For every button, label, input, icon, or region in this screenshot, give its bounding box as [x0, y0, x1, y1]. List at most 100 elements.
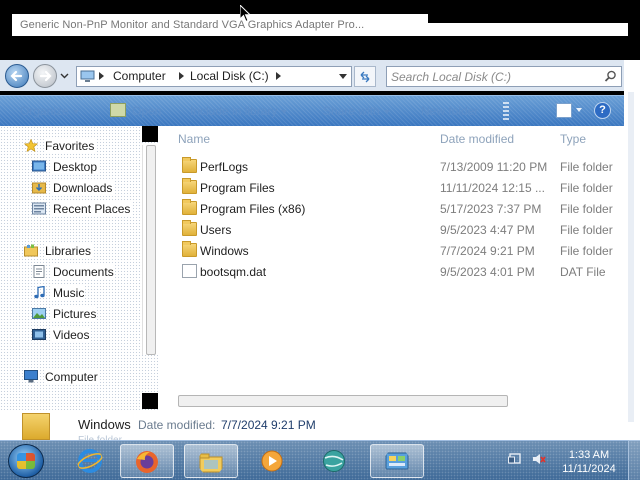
file-name: Windows: [200, 244, 249, 258]
nav-label-downloads: Downloads: [52, 181, 114, 195]
view-options-icon[interactable]: [556, 103, 572, 118]
refresh-button[interactable]: [354, 66, 376, 87]
new-folder-button[interactable]: New folder: [421, 104, 478, 118]
file-list: Name Date modified Type PerfLogs 7/13/20…: [158, 126, 624, 410]
firefox-icon: [136, 451, 158, 473]
show-desktop-button[interactable]: [628, 440, 640, 480]
horizontal-scrollbar[interactable]: [158, 393, 624, 409]
action-center-flag-icon[interactable]: [508, 452, 522, 466]
column-header-type[interactable]: Type: [560, 132, 586, 146]
file-type: File folder: [560, 160, 613, 174]
nav-label-favorites: Favorites: [44, 139, 96, 153]
recent-pages-chevron-icon[interactable]: [60, 71, 69, 80]
horizontal-scrollbar-thumb[interactable]: [178, 395, 508, 407]
open-folder-icon: [110, 103, 126, 117]
nav-label-libraries: Libraries: [44, 244, 93, 258]
search-icon[interactable]: [604, 70, 617, 83]
taskbar-network-app[interactable]: [308, 444, 362, 478]
folder-icon: [182, 178, 197, 194]
nav-label-documents: Documents: [52, 265, 115, 279]
file-type: DAT File: [560, 265, 606, 279]
file-type: File folder: [560, 244, 613, 258]
taskbar-control-panel[interactable]: [370, 444, 424, 478]
organize-label: Organize: [20, 104, 69, 118]
share-with-button[interactable]: Share with: [323, 104, 390, 118]
search-input[interactable]: [391, 69, 601, 84]
forward-button[interactable]: [33, 64, 57, 88]
render-artifact: [142, 393, 158, 409]
breadcrumb-separator[interactable]: [179, 72, 184, 80]
taskbar-firefox[interactable]: [120, 444, 174, 478]
arrow-left-icon: [10, 70, 23, 82]
pictures-icon: [32, 308, 46, 319]
address-dropdown-icon[interactable]: [339, 74, 347, 79]
details-date-label: Date modified:: [138, 418, 216, 432]
breadcrumb-separator[interactable]: [99, 72, 104, 80]
mouse-cursor-icon: [240, 5, 252, 23]
file-name: Users: [200, 223, 232, 237]
taskbar-windows-explorer[interactable]: [184, 444, 238, 478]
computer-icon: [80, 70, 95, 82]
folder-icon: [182, 199, 197, 215]
windows-logo-icon: [17, 453, 35, 469]
file-icon: [182, 264, 197, 278]
file-name: bootsqm.dat: [200, 265, 267, 279]
file-row[interactable]: Windows 7/7/2024 9:21 PM File folder: [178, 241, 618, 261]
file-row[interactable]: Users 9/5/2023 4:47 PM File folder: [178, 220, 618, 240]
column-header-name[interactable]: Name: [178, 132, 210, 146]
open-label: Open: [132, 104, 162, 118]
star-icon: [24, 139, 38, 152]
navigation-scrollbar-thumb[interactable]: [146, 145, 156, 355]
breadcrumb-local-disk[interactable]: Local Disk (C:): [190, 69, 269, 83]
title-strip-right: [428, 23, 628, 36]
title-bar[interactable]: Generic Non-PnP Monitor and Standard VGA…: [0, 0, 640, 60]
file-row[interactable]: Program Files (x86) 5/17/2023 7:37 PM Fi…: [178, 199, 618, 219]
internet-explorer-icon: [77, 449, 103, 473]
file-type: File folder: [560, 181, 613, 195]
back-button[interactable]: [5, 64, 29, 88]
file-date: 7/13/2009 11:20 PM: [440, 160, 548, 174]
navigation-scrollbar[interactable]: [142, 145, 158, 355]
file-row[interactable]: PerfLogs 7/13/2009 11:20 PM File folder: [178, 157, 618, 177]
toolbar-divider: [503, 102, 509, 120]
search-box[interactable]: [386, 66, 622, 87]
documents-icon: [33, 265, 45, 278]
file-name: Program Files: [200, 181, 275, 195]
open-button[interactable]: Open: [132, 104, 161, 118]
address-bar[interactable]: Computer Local Disk (C:): [76, 66, 352, 87]
nav-label-computer: Computer: [44, 370, 99, 384]
chevron-down-icon: [72, 109, 79, 114]
file-name: Program Files (x86): [200, 202, 306, 216]
taskbar-media-player[interactable]: [246, 444, 300, 478]
render-artifact: [142, 126, 158, 142]
file-row[interactable]: Program Files 11/11/2024 12:15 ... File …: [178, 178, 618, 198]
help-button[interactable]: ?: [594, 102, 611, 119]
file-row[interactable]: bootsqm.dat 9/5/2023 4:01 PM DAT File: [178, 262, 618, 282]
libraries-icon: [24, 244, 38, 257]
chevron-down-icon[interactable]: [576, 108, 582, 112]
details-pane: Windows Date modified: 7/7/2024 9:21 PM …: [0, 410, 624, 446]
file-date: 7/7/2024 9:21 PM: [440, 244, 535, 258]
arrow-right-icon: [39, 70, 52, 82]
navigation-pane: Favorites Desktop Downloads Recent Place…: [0, 126, 158, 410]
breadcrumb-computer[interactable]: Computer: [113, 69, 166, 83]
system-clock[interactable]: 1:33 AM 11/11/2024: [556, 448, 622, 476]
file-name: PerfLogs: [200, 160, 249, 174]
organize-button[interactable]: Organize: [20, 104, 79, 118]
volume-muted-icon[interactable]: [532, 452, 546, 466]
address-row: Computer Local Disk (C:): [0, 60, 640, 91]
window-right-border: [628, 92, 634, 422]
downloads-folder-icon: [32, 182, 46, 194]
breadcrumb-separator[interactable]: [276, 72, 281, 80]
file-date: 9/5/2023 4:01 PM: [440, 265, 535, 279]
details-item-name: Windows: [78, 417, 131, 432]
control-panel-icon: [385, 452, 409, 470]
recent-places-icon: [32, 202, 46, 215]
file-date: 9/5/2023 4:47 PM: [440, 223, 535, 237]
column-header-date-modified[interactable]: Date modified: [440, 132, 514, 146]
taskbar-internet-explorer[interactable]: [64, 444, 118, 478]
include-in-library-button[interactable]: Include in library: [190, 104, 288, 118]
desktop-icon: [32, 160, 46, 172]
clock-date: 11/11/2024: [562, 463, 616, 475]
refresh-icon: [360, 71, 370, 83]
